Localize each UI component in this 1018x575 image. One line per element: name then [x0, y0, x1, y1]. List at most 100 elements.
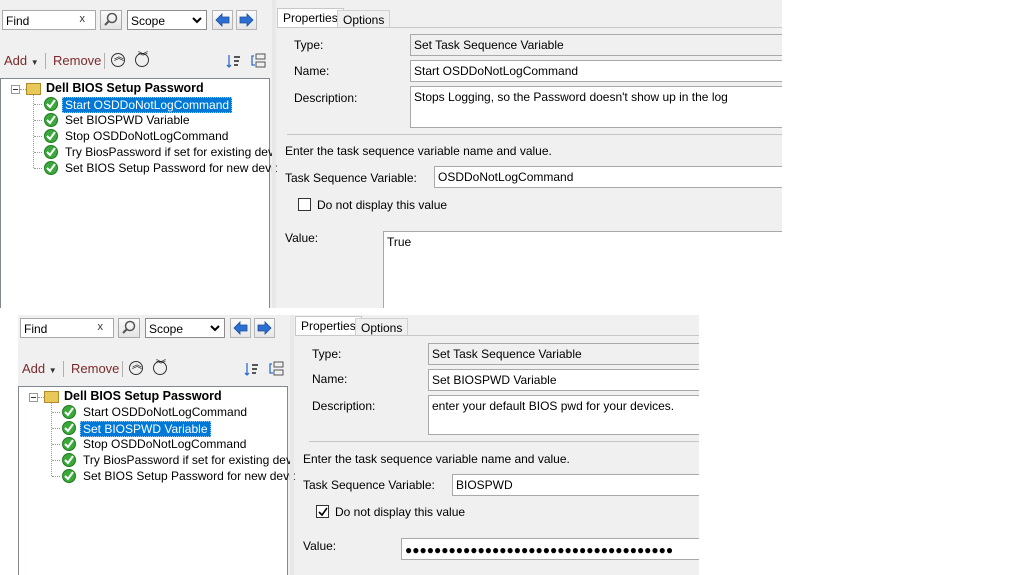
hide-value-label: Do not display this value — [317, 198, 448, 212]
find-input[interactable]: Find x — [20, 318, 114, 338]
add-label: Add — [4, 53, 28, 68]
tree-item-start-osddonotlogcommand[interactable]: Start OSDDoNotLogCommand — [83, 405, 247, 419]
tree-item-set-bios-setup-password[interactable]: Set BIOS Setup Password for new devices — [65, 161, 292, 175]
collapse-icon[interactable] — [29, 393, 38, 402]
tree-connector — [51, 403, 52, 476]
search-button[interactable] — [100, 10, 122, 30]
search-button[interactable] — [118, 318, 140, 338]
sort-icon[interactable] — [244, 361, 260, 377]
hide-value-checkbox[interactable] — [316, 505, 329, 518]
tab-properties[interactable]: Properties — [277, 8, 344, 28]
folder-icon — [26, 83, 41, 95]
value-password-field[interactable]: ●●●●●●●●●●●●●●●●●●●●●●●●●●●●●●●●●●●●● — [401, 538, 699, 560]
toolbar-divider — [63, 361, 64, 377]
move-down-icon: ︾ — [156, 360, 166, 371]
arrow-right-icon — [257, 321, 272, 335]
tree-item-try-biospassword[interactable]: Try BiosPassword if set for existing dev… — [65, 145, 295, 159]
tree-item-set-biospwd-variable[interactable]: Set BIOSPWD Variable — [80, 421, 211, 437]
chevron-down-icon — [210, 325, 220, 332]
description-field[interactable]: enter your default BIOS pwd for your dev… — [428, 395, 699, 435]
success-check-icon — [44, 97, 58, 111]
move-up-icon: ︽ — [132, 360, 142, 371]
success-check-icon — [44, 129, 58, 143]
chevron-down-icon — [192, 17, 202, 24]
move-up-button[interactable]: ︽ — [111, 52, 125, 67]
tree-item-stop-osddonotlogcommand[interactable]: Stop OSDDoNotLogCommand — [65, 129, 228, 143]
tsv-field[interactable]: BIOSPWD — [452, 474, 699, 496]
pane-splitter[interactable] — [272, 0, 276, 308]
search-icon — [104, 12, 118, 26]
dropdown-arrow-icon: ▼ — [48, 366, 57, 375]
clear-find-icon[interactable]: x — [98, 321, 104, 333]
name-label: Name: — [294, 64, 330, 78]
success-check-icon — [44, 161, 58, 175]
sort-icon[interactable] — [226, 53, 242, 69]
previous-button[interactable] — [230, 318, 251, 338]
success-check-icon — [44, 145, 58, 159]
tree-item-set-biospwd-variable[interactable]: Set BIOSPWD Variable — [65, 113, 190, 127]
group-icon[interactable] — [268, 361, 284, 377]
tree-connector — [34, 120, 42, 121]
hide-value-checkbox[interactable] — [298, 198, 311, 211]
move-down-button[interactable]: ︾ — [135, 52, 149, 67]
previous-button[interactable] — [212, 10, 233, 30]
type-label: Type: — [312, 347, 342, 361]
tree-connector — [34, 136, 42, 137]
instruction-text: Enter the task sequence variable name an… — [303, 452, 570, 466]
move-up-button[interactable]: ︽ — [129, 360, 143, 375]
tab-options[interactable]: Options — [337, 10, 391, 28]
name-label: Name: — [312, 372, 348, 386]
tree-connector — [34, 152, 42, 153]
tree-item-set-bios-setup-password[interactable]: Set BIOS Setup Password for new devices — [83, 469, 310, 483]
value-label: Value: — [303, 539, 337, 553]
remove-button[interactable]: Remove — [71, 361, 119, 376]
move-down-button[interactable]: ︾ — [153, 360, 167, 375]
tree-connector — [34, 168, 42, 169]
tsv-label: Task Sequence Variable: — [303, 478, 435, 492]
description-field[interactable]: Stops Logging, so the Password doesn't s… — [410, 86, 782, 128]
tree-root-label[interactable]: Dell BIOS Setup Password — [46, 81, 204, 95]
add-menu-button[interactable]: Add ▼ — [22, 361, 57, 376]
next-button[interactable] — [254, 318, 275, 338]
task-sequence-tree: Dell BIOS Setup Password Start OSDDoNotL… — [18, 386, 313, 575]
scope-dropdown[interactable]: Scope — [145, 318, 225, 338]
properties-pane: Properties Options Type: Set Task Sequen… — [295, 316, 699, 575]
success-check-icon — [62, 437, 76, 451]
group-icon[interactable] — [250, 53, 266, 69]
tsv-label: Task Sequence Variable: — [285, 171, 417, 185]
tree-item-stop-osddonotlogcommand[interactable]: Stop OSDDoNotLogCommand — [83, 437, 246, 451]
add-menu-button[interactable]: Add ▼ — [4, 53, 39, 68]
next-button[interactable] — [236, 10, 257, 30]
find-text: Find — [6, 14, 30, 28]
tree-item-try-biospassword[interactable]: Try BiosPassword if set for existing dev… — [83, 453, 313, 467]
properties-body: Type: Set Task Sequence Variable Name: S… — [277, 27, 782, 308]
tree-connector — [52, 476, 60, 477]
checkmark-icon — [318, 507, 328, 517]
pane-splitter[interactable] — [290, 315, 294, 575]
tab-options[interactable]: Options — [355, 318, 409, 336]
success-check-icon — [62, 469, 76, 483]
name-field[interactable]: Set BIOSPWD Variable — [428, 369, 699, 391]
value-field[interactable]: True — [383, 231, 782, 308]
tree-item-start-osddonotlogcommand[interactable]: Start OSDDoNotLogCommand — [62, 97, 233, 113]
tree-connector — [52, 412, 60, 413]
clear-find-icon[interactable]: x — [80, 13, 86, 25]
toolbar-divider — [122, 361, 123, 377]
description-label: Description: — [312, 399, 376, 413]
tsv-field[interactable]: OSDDoNotLogCommand — [434, 166, 782, 188]
arrow-left-icon — [215, 13, 230, 27]
scope-dropdown[interactable]: Scope — [127, 10, 207, 30]
scope-value: Scope — [149, 322, 184, 336]
success-check-icon — [62, 453, 76, 467]
top-editor: Find x Scope Add ▼ Remove ︽ ︾ Dell BIOS … — [0, 0, 782, 308]
section-divider — [287, 134, 782, 135]
find-input[interactable]: Find x — [2, 10, 96, 30]
arrow-right-icon — [239, 13, 254, 27]
find-text: Find — [24, 322, 48, 336]
remove-button[interactable]: Remove — [53, 53, 101, 68]
tab-properties[interactable]: Properties — [295, 316, 362, 336]
collapse-icon[interactable] — [11, 85, 20, 94]
name-field[interactable]: Start OSDDoNotLogCommand — [410, 60, 782, 82]
tree-root-label[interactable]: Dell BIOS Setup Password — [64, 389, 222, 403]
type-field: Set Task Sequence Variable — [410, 34, 782, 56]
